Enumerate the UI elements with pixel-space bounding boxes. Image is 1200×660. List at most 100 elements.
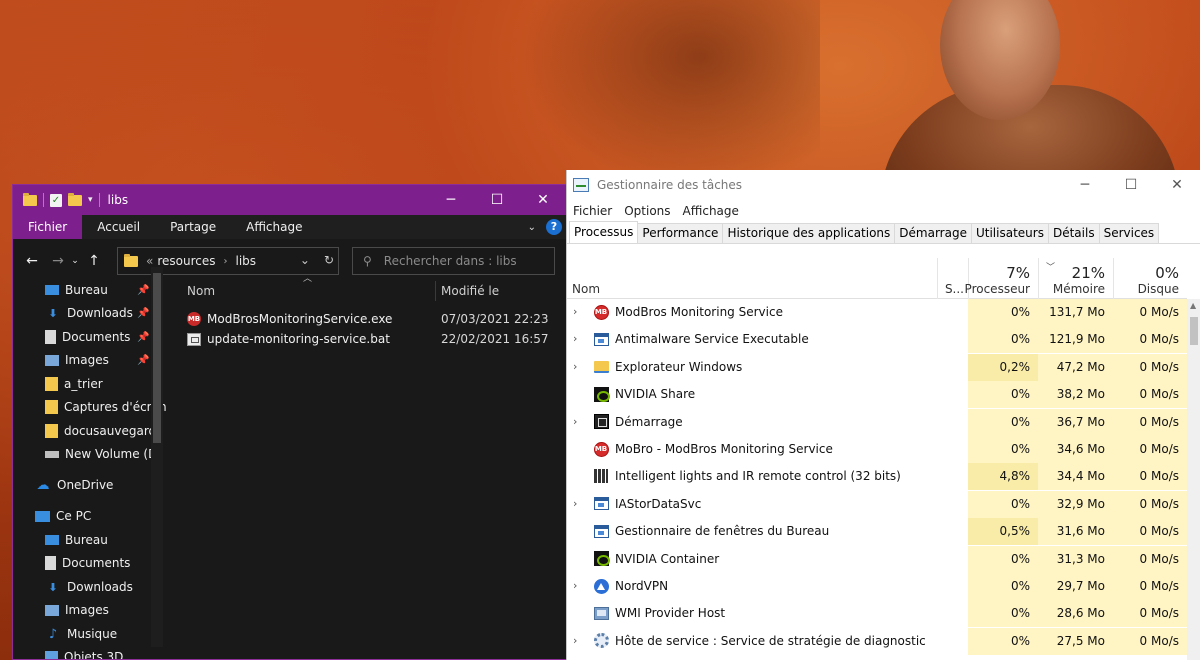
explorer-title-bar[interactable]: ✓ ▾ libs ─ ☐ ✕ bbox=[13, 185, 566, 215]
process-name: Démarrage bbox=[615, 414, 683, 429]
sidebar-item-new-volume[interactable]: New Volume (D: bbox=[13, 443, 161, 465]
column-header-cpu[interactable]: 7% Processeur bbox=[965, 258, 1038, 299]
scrollbar-thumb[interactable] bbox=[153, 273, 161, 443]
minimize-button[interactable]: ─ bbox=[1062, 170, 1108, 200]
column-divider[interactable] bbox=[435, 281, 436, 301]
process-list-scrollbar[interactable]: ▲ bbox=[1187, 299, 1200, 660]
minimize-button[interactable]: ─ bbox=[428, 185, 474, 215]
column-header-name[interactable]: Nom bbox=[187, 284, 215, 298]
process-row[interactable]: WMI Provider Host 0% 28,6 Mo 0 Mo/s bbox=[567, 600, 1187, 628]
sidebar-item-objets-3d[interactable]: Objets 3D bbox=[13, 646, 123, 659]
process-cpu: 0% bbox=[968, 381, 1038, 409]
tab-utilisateurs[interactable]: Utilisateurs bbox=[970, 223, 1049, 243]
menu-fichier[interactable]: Fichier bbox=[573, 204, 612, 218]
refresh-icon[interactable]: ↻ bbox=[324, 253, 334, 267]
recent-locations-icon[interactable]: ⌄ bbox=[69, 256, 81, 266]
sidebar-item-musique[interactable]: ♪ Musique bbox=[13, 623, 117, 645]
process-row[interactable]: Intelligent lights and IR remote control… bbox=[567, 463, 1187, 491]
process-row[interactable]: › IAStorDataSvc 0% 32,9 Mo 0 Mo/s bbox=[567, 490, 1187, 518]
ribbon-tab-affichage[interactable]: Affichage bbox=[231, 215, 317, 239]
sidebar-item-bureau[interactable]: Bureau 📌 bbox=[13, 279, 149, 301]
expand-chevron-icon[interactable]: › bbox=[573, 360, 577, 373]
process-mem: 131,7 Mo bbox=[1038, 299, 1113, 326]
search-icon: ⚲ bbox=[363, 254, 372, 268]
breadcrumb-libs[interactable]: libs bbox=[236, 254, 257, 268]
scrollbar-thumb[interactable] bbox=[1190, 317, 1198, 345]
ribbon-tab-partage[interactable]: Partage bbox=[155, 215, 231, 239]
sidebar-item-documents[interactable]: Documents 📌 bbox=[13, 326, 149, 348]
sidebar-item-captures[interactable]: Captures d'écran bbox=[13, 396, 167, 418]
maximize-button[interactable]: ☐ bbox=[474, 185, 520, 215]
file-row[interactable]: MB ModBrosMonitoringService.exe 07/03/20… bbox=[179, 309, 566, 329]
properties-icon[interactable]: ✓ bbox=[50, 193, 62, 207]
column-header-memory[interactable]: ﹀ 21% Mémoire bbox=[1038, 258, 1113, 299]
tab-processus[interactable]: Processus bbox=[569, 221, 639, 243]
sidebar-scrollbar[interactable] bbox=[151, 267, 163, 647]
process-row[interactable]: › NordVPN 0% 29,7 Mo 0 Mo/s bbox=[567, 573, 1187, 600]
process-cpu: 0% bbox=[968, 299, 1038, 326]
forward-arrow-icon[interactable]: → bbox=[47, 253, 69, 269]
sidebar-item-downloads[interactable]: ⬇ Downloads 📌 bbox=[13, 302, 149, 324]
window-icon bbox=[593, 331, 609, 347]
close-button[interactable]: ✕ bbox=[1154, 170, 1200, 200]
back-arrow-icon[interactable]: ← bbox=[21, 253, 43, 269]
process-row[interactable]: NVIDIA Share 0% 38,2 Mo 0 Mo/s bbox=[567, 381, 1187, 409]
process-disk: 0 Mo/s bbox=[1113, 326, 1187, 354]
chevron-down-icon[interactable]: ⌄ bbox=[300, 253, 310, 267]
expand-ribbon-icon[interactable]: ⌄ bbox=[528, 222, 536, 233]
images-icon bbox=[45, 354, 59, 366]
help-icon[interactable]: ? bbox=[546, 219, 562, 235]
pin-icon: 📌 bbox=[137, 307, 150, 319]
ribbon-tab-accueil[interactable]: Accueil bbox=[82, 215, 155, 239]
sidebar-item-documents-pc[interactable]: Documents bbox=[13, 552, 130, 574]
close-button[interactable]: ✕ bbox=[520, 185, 566, 215]
tab-demarrage[interactable]: Démarrage bbox=[894, 223, 972, 243]
taskmgr-title-bar[interactable]: Gestionnaire des tâches ─ ☐ ✕ bbox=[567, 170, 1200, 200]
process-row[interactable]: › Démarrage 0% 36,7 Mo 0 Mo/s bbox=[567, 408, 1187, 436]
column-header-status[interactable]: S... bbox=[938, 258, 968, 299]
menu-affichage[interactable]: Affichage bbox=[683, 204, 739, 218]
expand-chevron-icon[interactable]: › bbox=[573, 497, 577, 510]
sidebar-item-a-trier[interactable]: a_trier bbox=[13, 373, 103, 395]
expand-chevron-icon[interactable]: › bbox=[573, 332, 577, 345]
ribbon-tab-fichier[interactable]: Fichier bbox=[13, 215, 83, 239]
sidebar-item-onedrive[interactable]: ☁ OneDrive bbox=[13, 474, 114, 496]
expand-chevron-icon[interactable]: › bbox=[573, 415, 577, 428]
search-input[interactable]: ⚲ Rechercher dans : libs bbox=[352, 247, 555, 275]
expand-chevron-icon[interactable]: › bbox=[573, 579, 577, 592]
process-row[interactable]: › MB ModBros Monitoring Service 0% 131,7 Mo 0… bbox=[567, 299, 1187, 326]
tab-historique[interactable]: Historique des applications bbox=[722, 223, 896, 243]
process-cpu: 4,8% bbox=[968, 463, 1038, 491]
tab-services[interactable]: Services bbox=[1098, 223, 1160, 243]
column-header-disk[interactable]: 0% Disque bbox=[1113, 258, 1187, 299]
maximize-button[interactable]: ☐ bbox=[1108, 170, 1154, 200]
scroll-up-icon[interactable]: ▲ bbox=[1190, 301, 1196, 310]
expand-chevron-icon[interactable]: › bbox=[573, 634, 577, 647]
column-header-name[interactable]: Nom bbox=[567, 258, 937, 299]
menu-options[interactable]: Options bbox=[624, 204, 670, 218]
process-row[interactable]: › Hôte de service : Service de stratégie … bbox=[567, 627, 1187, 655]
process-row[interactable]: › Explorateur Windows 0,2% 47,2 Mo 0 Mo/s bbox=[567, 353, 1187, 381]
up-arrow-icon[interactable]: ↑ bbox=[83, 253, 105, 269]
process-row[interactable]: Gestionnaire de fenêtres du Bureau 0,5% 31… bbox=[567, 518, 1187, 546]
process-row[interactable]: › Antimalware Service Executable 0% 121,9 M… bbox=[567, 326, 1187, 354]
process-row[interactable]: MB MoBro - ModBros Monitoring Service 0% 34… bbox=[567, 436, 1187, 463]
window-icon bbox=[593, 523, 609, 539]
column-header-modified[interactable]: Modifié le bbox=[441, 284, 499, 298]
new-folder-icon[interactable] bbox=[68, 192, 82, 206]
breadcrumb-resources[interactable]: resources bbox=[157, 254, 215, 268]
process-row[interactable]: NVIDIA Container 0% 31,3 Mo 0 Mo/s bbox=[567, 545, 1187, 573]
sidebar-item-images[interactable]: Images 📌 bbox=[13, 349, 149, 371]
breadcrumb-overflow[interactable]: « bbox=[146, 254, 153, 268]
sidebar-item-ce-pc[interactable]: Ce PC bbox=[13, 505, 91, 527]
sidebar-item-bureau-pc[interactable]: Bureau bbox=[13, 529, 108, 551]
expand-chevron-icon[interactable]: › bbox=[573, 305, 577, 318]
sidebar-item-docusauvegarde[interactable]: docusauvegarde bbox=[13, 420, 164, 442]
tab-details[interactable]: Détails bbox=[1047, 223, 1100, 243]
customize-toolbar-icon[interactable]: ▾ bbox=[88, 195, 93, 205]
tab-performance[interactable]: Performance bbox=[637, 223, 724, 243]
sidebar-item-images-pc[interactable]: Images bbox=[13, 599, 109, 621]
navigation-pane: Bureau 📌 ⬇ Downloads 📌 Documents 📌 Image… bbox=[13, 279, 167, 659]
file-row[interactable]: update-monitoring-service.bat 22/02/2021… bbox=[179, 329, 566, 349]
sidebar-item-downloads-pc[interactable]: ⬇ Downloads bbox=[13, 576, 133, 598]
